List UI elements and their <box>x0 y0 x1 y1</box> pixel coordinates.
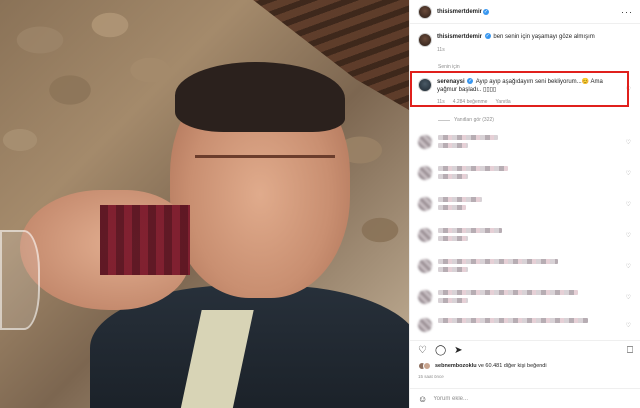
avatar[interactable] <box>423 362 431 370</box>
blurred-comment: ♡ <box>418 166 633 186</box>
wine-glass <box>0 230 40 330</box>
comment-icon[interactable]: ◯ <box>435 345 446 356</box>
caption-username[interactable]: thisismertdemir <box>437 34 482 40</box>
caption-time: 11s <box>437 47 445 53</box>
avatar[interactable] <box>418 4 432 19</box>
post-side-panel: thisismertdemir ✓ ··· thisismertdemir ✓ … <box>409 0 640 408</box>
verified-icon: ✓ <box>484 33 491 40</box>
verified-icon: ✓ <box>483 8 490 15</box>
blurred-comment: ♡ <box>418 318 633 338</box>
heart-icon[interactable]: ♡ <box>626 201 631 208</box>
comment-input[interactable] <box>433 395 614 402</box>
avatar[interactable] <box>418 318 432 332</box>
likes-summary: sebnembozoklu ve 60.481 diğer kişi beğen… <box>418 362 547 370</box>
emoji-icon[interactable]: ☺ <box>418 394 427 404</box>
highlight-box <box>410 71 629 107</box>
hair <box>175 62 345 132</box>
blurred-comment: ♡ <box>418 197 633 217</box>
divider <box>438 119 450 121</box>
action-bar: ♡ ◯ ➤ ⎕ <box>410 340 640 360</box>
heart-icon[interactable]: ♡ <box>626 263 631 270</box>
heart-icon[interactable]: ♡ <box>626 322 631 329</box>
view-replies-label[interactable]: Yanıtları gör (322) <box>454 117 494 123</box>
avatar[interactable] <box>418 228 432 242</box>
heart-icon[interactable]: ♡ <box>418 345 427 356</box>
avatar[interactable] <box>418 166 432 180</box>
caption-text: ben senin için yaşamayı göze almışım <box>493 34 595 40</box>
heart-icon[interactable]: ♡ <box>626 294 631 301</box>
likes-user[interactable]: sebnembozoklu <box>435 363 477 369</box>
heart-icon[interactable]: ♡ <box>626 232 631 239</box>
blurred-comment: ♡ <box>418 259 633 279</box>
post-header: thisismertdemir ✓ ··· <box>410 0 640 24</box>
censored-wine <box>100 205 190 275</box>
avatar[interactable] <box>418 259 432 273</box>
caption: thisismertdemir ✓ ben senin için yaşamay… <box>418 33 633 54</box>
avatar[interactable] <box>418 197 432 211</box>
view-replies[interactable]: Yanıtları gör (322) <box>438 117 494 123</box>
blurred-comment: ♡ <box>418 290 633 310</box>
heart-icon[interactable]: ♡ <box>626 170 631 177</box>
instagram-post-view: thisismertdemir ✓ ··· thisismertdemir ✓ … <box>0 0 640 408</box>
post-date: 15 saat önce <box>418 374 444 379</box>
post-photo <box>0 0 409 408</box>
heart-icon[interactable]: ♡ <box>626 139 631 146</box>
share-icon[interactable]: ➤ <box>454 345 462 356</box>
translate-label[interactable]: Senin için <box>438 64 460 70</box>
more-icon[interactable]: ··· <box>621 7 633 17</box>
glasses <box>195 155 335 185</box>
bookmark-icon[interactable]: ⎕ <box>627 345 633 356</box>
add-comment-bar: ☺ <box>410 388 640 408</box>
avatar[interactable] <box>418 290 432 304</box>
avatar[interactable] <box>418 135 432 149</box>
header-username[interactable]: thisismertdemir <box>437 9 482 15</box>
blurred-comment: ♡ <box>418 228 633 248</box>
blurred-comment: ♡ <box>418 135 633 155</box>
likes-count[interactable]: ve 60.481 diğer kişi beğendi <box>478 363 547 369</box>
avatar[interactable] <box>418 33 432 47</box>
